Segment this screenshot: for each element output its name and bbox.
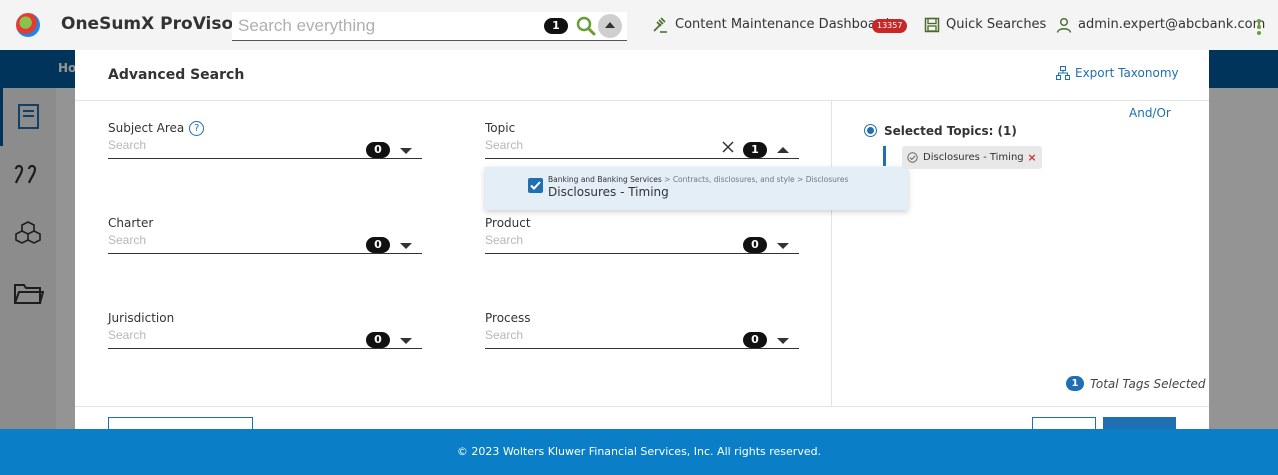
process-search-input[interactable] [485,326,725,344]
user-menu[interactable]: admin.expert@abcbank.com [1078,17,1265,32]
chevron-down-icon[interactable] [777,243,789,249]
field-underline [108,158,422,159]
field-underline [108,253,422,254]
modal-header-divider [75,100,1209,101]
more-options-icon[interactable] [1257,19,1263,37]
topic-option-path-root: Banking and Banking Services [548,175,662,184]
and-or-toggle[interactable]: And/Or [1129,106,1171,120]
charter-search-input[interactable] [108,231,348,249]
chevron-down-icon[interactable] [400,148,412,154]
export-taxonomy-label: Export Taxonomy [1075,66,1179,80]
subject-area-label: Subject Area [108,121,185,135]
chevron-up-icon[interactable] [777,147,789,153]
search-count-badge: 1 [544,18,568,34]
product-count: 0 [743,237,767,253]
modal-footer-divider [75,406,1209,407]
subject-area-search-input[interactable] [108,136,348,154]
app-header: OneSumX ProViso 1 Content Maintenance Da… [0,0,1278,50]
topic-label: Topic [485,121,516,135]
global-search: 1 [232,12,627,41]
selected-tag-chip: Disclosures - Timing × [902,146,1042,169]
page-footer: © 2023 Wolters Kluwer Financial Services… [0,429,1278,475]
clear-icon[interactable] [721,140,735,154]
export-taxonomy-link[interactable]: Export Taxonomy [1056,66,1179,80]
topic-search-input[interactable] [485,136,705,154]
check-circle-icon [907,152,918,163]
search-icon[interactable] [575,15,597,37]
app-logo [16,13,40,37]
charter-label: Charter [108,216,154,230]
column-divider [831,101,832,407]
process-field: Process 0 [485,311,799,355]
field-underline [108,348,422,349]
product-field: Product 0 [485,216,799,260]
topic-option-path: Banking and Banking Services > Contracts… [548,175,848,184]
topic-dropdown: Banking and Banking Services > Contracts… [485,167,908,210]
selected-topics-radio[interactable] [864,124,877,137]
chevron-down-icon[interactable] [400,338,412,344]
subject-area-field: Subject Area? 0 [108,121,422,165]
charter-field: Charter 0 [108,216,422,260]
total-tags-label: Total Tags Selected [1090,377,1206,391]
topic-option-path-rest: > Contracts, disclosures, and style > Di… [661,175,849,184]
subject-area-count: 0 [366,142,390,158]
jurisdiction-search-input[interactable] [108,326,348,344]
product-search-input[interactable] [485,231,725,249]
topic-option-label[interactable]: Disclosures - Timing [548,185,669,199]
content-maintenance-badge: 13357 [872,19,908,33]
charter-count: 0 [366,237,390,253]
jurisdiction-field: Jurisdiction 0 [108,311,422,355]
selected-tag-label: Disclosures - Timing [923,152,1024,163]
product-label: Product [485,216,531,230]
copyright-text: © 2023 Wolters Kluwer Financial Services… [456,445,822,458]
global-search-input[interactable] [238,15,538,37]
remove-tag-icon[interactable]: × [1027,146,1036,169]
chevron-down-icon[interactable] [777,338,789,344]
content-maintenance-link[interactable]: Content Maintenance Dashboard [675,17,889,32]
field-underline [485,348,799,349]
total-tags-count: 1 [1066,376,1084,391]
save-icon [924,17,940,33]
taxonomy-icon [1056,66,1070,80]
search-collapse-button[interactable] [598,14,622,38]
field-underline [485,253,799,254]
help-icon[interactable]: ? [189,121,205,136]
chevron-down-icon[interactable] [400,243,412,249]
selected-topics-title: Selected Topics: (1) [884,124,1017,138]
app-title: OneSumX ProViso [61,14,234,34]
modal-title: Advanced Search [108,67,245,83]
advanced-search-modal: Advanced Search Export Taxonomy Subject … [75,50,1209,430]
gavel-icon [653,17,667,33]
selected-topics-bar [883,146,886,166]
jurisdiction-count: 0 [366,332,390,348]
jurisdiction-label: Jurisdiction [108,311,175,325]
field-underline [485,158,799,159]
user-icon [1056,18,1072,33]
topic-option-checkbox[interactable] [528,178,543,193]
process-label: Process [485,311,531,325]
process-count: 0 [743,332,767,348]
quick-searches-link[interactable]: Quick Searches [946,17,1046,32]
topic-field: Topic 1 [485,121,799,165]
topic-count: 1 [743,142,767,158]
check-icon [530,181,541,190]
